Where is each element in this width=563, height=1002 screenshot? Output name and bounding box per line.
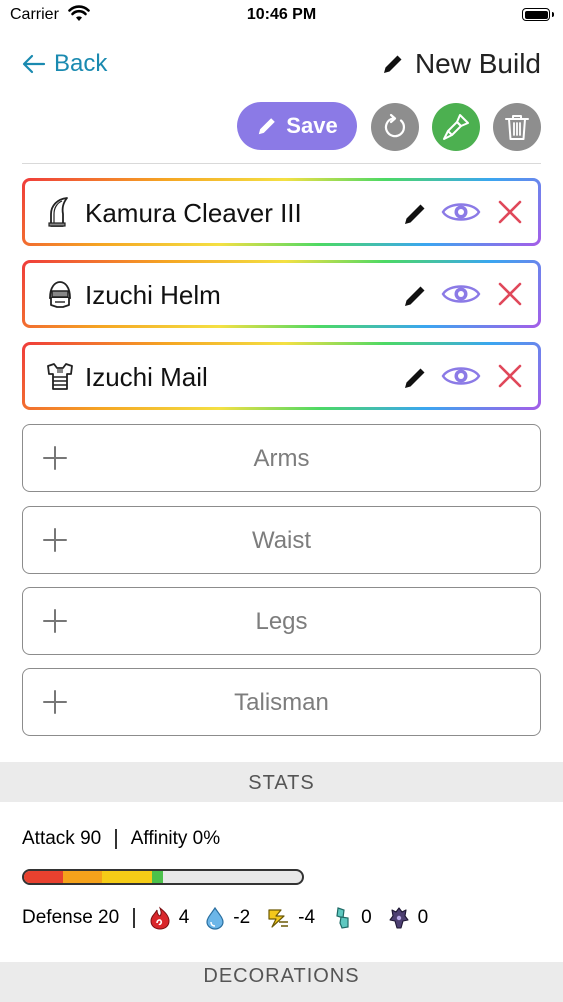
sharpness-bar	[22, 869, 304, 885]
status-bar: Carrier 10:46 PM	[0, 0, 563, 32]
water-value: -2	[233, 907, 251, 928]
back-label: Back	[54, 50, 108, 77]
clock: 10:46 PM	[246, 6, 317, 23]
refresh-icon	[384, 113, 406, 138]
great-sword-icon	[48, 197, 68, 227]
equipment-slot-chest[interactable]: Izuchi Mail	[22, 342, 541, 410]
save-label: Save	[286, 113, 338, 138]
build-title: New Build	[414, 48, 541, 79]
dragon-value: 0	[417, 907, 429, 928]
fire-value: 4	[178, 907, 190, 928]
trash-icon	[505, 115, 529, 140]
paint-button[interactable]	[432, 103, 480, 151]
dragon-resistance: 0	[388, 906, 429, 930]
equipment-slot-weapon[interactable]: Kamura Cleaver III	[22, 178, 541, 246]
dragon-icon	[389, 907, 409, 929]
pencil-icon	[259, 118, 276, 135]
stats-header: STATS	[0, 762, 563, 802]
slot-label: Waist	[251, 527, 312, 554]
battery-icon	[522, 8, 554, 21]
separator	[133, 908, 135, 928]
eye-icon[interactable]	[441, 277, 481, 311]
build-toolbar: Save	[0, 102, 563, 152]
edit-icon[interactable]	[402, 195, 428, 229]
thunder-resistance: -4	[266, 906, 315, 930]
edit-icon[interactable]	[402, 359, 428, 393]
item-name: Izuchi Helm	[85, 280, 221, 310]
arrow-left-icon	[22, 54, 46, 74]
ice-resistance: 0	[331, 906, 372, 930]
pencil-icon	[383, 55, 402, 73]
toolbar-divider	[22, 163, 541, 164]
affinity-value: Affinity 0%	[130, 828, 221, 849]
remove-icon[interactable]	[497, 195, 523, 229]
sharpness-segment	[62, 871, 102, 883]
brush-icon	[443, 114, 469, 140]
save-button[interactable]: Save	[237, 102, 357, 150]
add-legs-slot[interactable]: Legs	[22, 587, 541, 655]
edit-icon[interactable]	[402, 277, 428, 311]
helm-icon	[49, 281, 71, 308]
reset-button[interactable]	[371, 103, 419, 151]
item-name: Izuchi Mail	[85, 362, 208, 392]
attack-value: Attack 90	[22, 828, 102, 849]
eye-icon[interactable]	[441, 359, 481, 393]
back-button[interactable]: Back	[22, 50, 107, 78]
item-name: Kamura Cleaver III	[85, 198, 302, 228]
eye-icon[interactable]	[441, 195, 481, 229]
sharpness-segment	[151, 871, 163, 883]
water-resistance: -2	[205, 906, 250, 930]
ice-icon	[336, 907, 349, 929]
remove-icon[interactable]	[497, 359, 523, 393]
chest-armor-icon	[47, 363, 73, 390]
slot-label: Legs	[255, 608, 308, 635]
slot-label: Arms	[253, 445, 310, 472]
remove-icon[interactable]	[497, 277, 523, 311]
defense-line: Defense 20 4 -2 -4 0 0	[22, 906, 444, 930]
add-arms-slot[interactable]: Arms	[22, 424, 541, 492]
slot-label: Talisman	[234, 689, 329, 716]
delete-button[interactable]	[493, 103, 541, 151]
add-waist-slot[interactable]: Waist	[22, 506, 541, 574]
thunder-icon	[268, 909, 289, 928]
sharpness-segment	[24, 871, 63, 883]
decorations-header: DECORATIONS	[0, 962, 563, 1002]
ice-value: 0	[361, 907, 372, 928]
separator	[115, 829, 117, 849]
fire-resistance: 4	[149, 906, 190, 930]
page-title[interactable]: New Build	[381, 48, 541, 80]
equipment-slot-head[interactable]: Izuchi Helm	[22, 260, 541, 328]
water-icon	[206, 906, 224, 930]
thunder-value: -4	[298, 907, 316, 928]
fire-icon	[150, 906, 170, 930]
add-talisman-slot[interactable]: Talisman	[22, 668, 541, 736]
sharpness-segment	[101, 871, 152, 883]
navigation-bar: Back New Build	[0, 40, 563, 90]
defense-value: Defense 20	[22, 907, 120, 928]
attack-affinity-line: Attack 90 Affinity 0%	[22, 828, 220, 850]
